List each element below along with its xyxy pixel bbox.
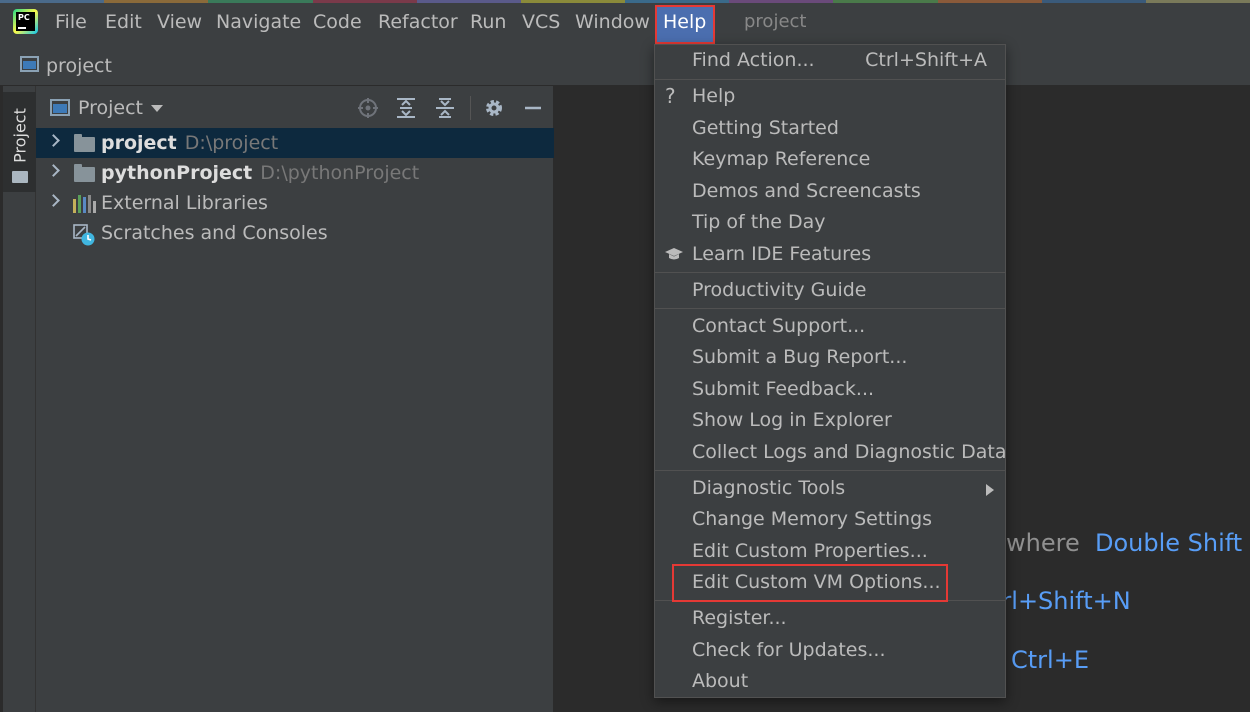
menu-item-keymap-reference[interactable]: Keymap Reference	[655, 145, 1005, 176]
menu-item-collect-logs[interactable]: Collect Logs and Diagnostic Data	[655, 438, 1007, 469]
folder-icon	[74, 134, 95, 152]
submenu-arrow-icon	[986, 484, 994, 496]
menu-item-check-updates[interactable]: Check for Updates...	[655, 636, 1005, 667]
menu-item-submit-feedback[interactable]: Submit Feedback...	[655, 375, 1005, 406]
menu-item-getting-started[interactable]: Getting Started	[655, 114, 1005, 145]
menu-item-change-memory[interactable]: Change Memory Settings	[655, 505, 1005, 536]
gear-icon[interactable]	[483, 97, 505, 119]
project-module-icon	[20, 56, 39, 72]
menu-item-diagnostic-tools[interactable]: Diagnostic Tools	[655, 474, 1005, 505]
menu-view[interactable]: View	[157, 11, 202, 33]
menu-run[interactable]: Run	[470, 11, 506, 33]
menu-separator	[655, 79, 1005, 80]
tree-node-path: D:\project	[184, 132, 279, 154]
project-view-selector[interactable]: Project	[78, 97, 143, 119]
tree-row-scratches[interactable]: Scratches and Consoles	[36, 218, 554, 248]
tree-row-pythonproject[interactable]: pythonProject D:\pythonProject	[36, 158, 554, 188]
menu-item-about[interactable]: About	[655, 667, 1005, 698]
menu-item-find-action[interactable]: Find Action... Ctrl+Shift+A	[655, 46, 1005, 77]
menu-window[interactable]: Window	[575, 11, 650, 33]
tool-tab-project[interactable]: Project	[3, 92, 36, 192]
menu-item-learn-ide[interactable]: Learn IDE Features	[655, 240, 1005, 271]
hint-recent-files: Ctrl+E	[1011, 646, 1089, 674]
menu-separator	[655, 272, 1005, 273]
pycharm-logo-icon: PC	[13, 9, 38, 34]
chevron-down-icon[interactable]	[151, 105, 163, 112]
menu-edit[interactable]: Edit	[105, 11, 142, 33]
tool-tab-label: Project	[10, 108, 30, 163]
expand-all-icon[interactable]	[395, 97, 417, 119]
desktop-taskbar-strip	[0, 0, 1250, 3]
menu-file[interactable]: File	[55, 11, 87, 33]
menu-refactor[interactable]: Refactor	[378, 11, 458, 33]
folder-icon	[74, 164, 95, 182]
tree-node-path: D:\pythonProject	[260, 162, 420, 184]
menu-navigate[interactable]: Navigate	[216, 11, 301, 33]
tree-node-label: pythonProject D:\pythonProject	[101, 162, 420, 184]
menu-separator	[655, 470, 1005, 471]
menu-code[interactable]: Code	[313, 11, 362, 33]
graduation-cap-icon	[664, 246, 684, 262]
breadcrumb-project[interactable]: project	[46, 55, 112, 77]
header-divider	[470, 96, 471, 120]
hint-go-to-file: trl+Shift+N	[992, 587, 1131, 615]
help-menu-highlight-box	[655, 5, 715, 44]
chevron-right-icon[interactable]	[47, 194, 60, 207]
menu-item-submit-bug[interactable]: Submit a Bug Report...	[655, 343, 1005, 374]
chevron-right-icon[interactable]	[47, 134, 60, 147]
hide-panel-icon[interactable]	[522, 97, 544, 119]
navigation-bar: project	[0, 45, 1250, 86]
vm-options-highlight-box	[672, 564, 948, 602]
tree-row-project[interactable]: project D:\project	[36, 128, 554, 158]
collapse-all-icon[interactable]	[434, 97, 456, 119]
menu-vcs[interactable]: VCS	[522, 11, 560, 33]
menu-item-register[interactable]: Register...	[655, 604, 1005, 635]
menu-item-help[interactable]: ? Help	[655, 82, 1005, 113]
tree-node-label: Scratches and Consoles	[101, 222, 328, 244]
scratches-icon	[73, 224, 95, 246]
tree-node-label: project D:\project	[101, 132, 279, 154]
menu-separator	[655, 308, 1005, 309]
menu-item-tip-of-day[interactable]: Tip of the Day	[655, 208, 1005, 239]
left-tool-window-strip: Project	[3, 86, 36, 712]
library-icon	[73, 195, 96, 213]
tree-node-label: External Libraries	[101, 192, 268, 214]
menu-item-contact-support[interactable]: Contact Support...	[655, 312, 1005, 343]
folder-icon	[12, 171, 28, 183]
hint-search-everywhere: where Double Shift	[1006, 529, 1243, 557]
locate-target-icon[interactable]	[357, 97, 379, 119]
project-view-icon	[50, 99, 70, 116]
menu-item-show-log[interactable]: Show Log in Explorer	[655, 406, 1005, 437]
menu-item-productivity-guide[interactable]: Productivity Guide	[655, 276, 1005, 307]
main-menubar: PC File Edit View Navigate Code Refactor…	[0, 0, 1250, 45]
chevron-right-icon[interactable]	[47, 164, 60, 177]
window-title: project	[744, 11, 807, 32]
menu-item-demos[interactable]: Demos and Screencasts	[655, 177, 1005, 208]
project-panel-header: Project	[36, 86, 554, 126]
question-icon: ?	[665, 84, 676, 108]
project-tool-window: Project project D:\project pythonProject D…	[36, 86, 554, 712]
shortcut-label: Ctrl+Shift+A	[865, 49, 987, 71]
tree-row-external-libraries[interactable]: External Libraries	[36, 188, 554, 218]
